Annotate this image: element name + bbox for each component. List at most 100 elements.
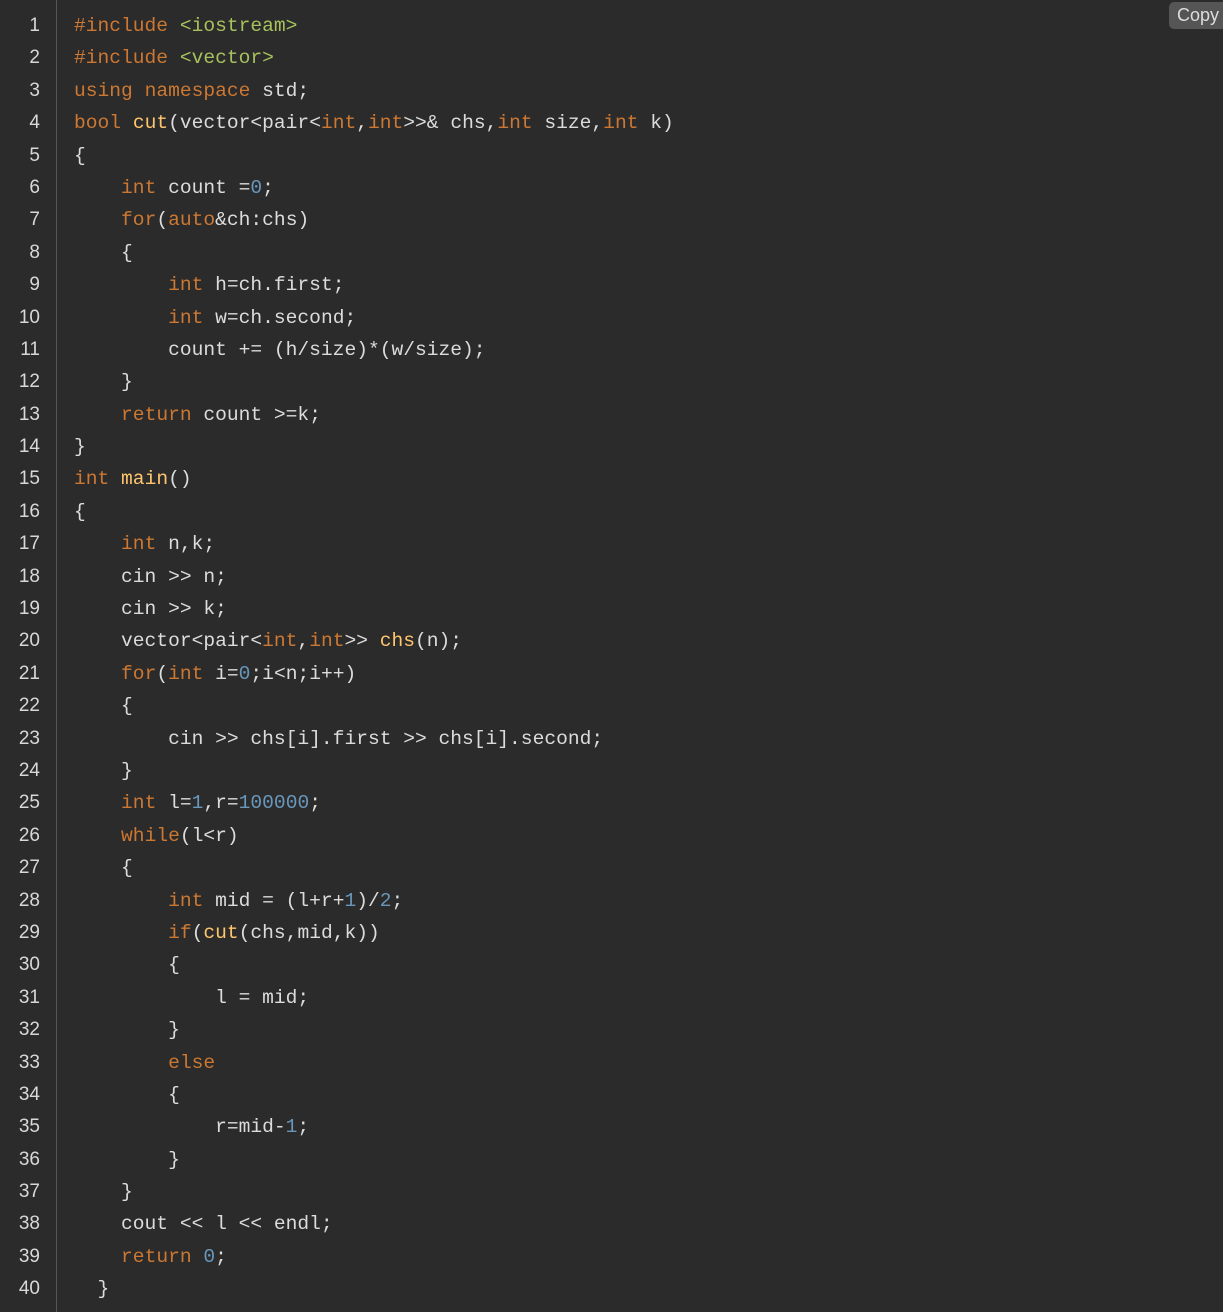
line-number: 31 [18,986,40,1008]
code-token: else [168,1051,216,1074]
code-text: } [74,755,133,787]
code-token: while [121,824,180,847]
code-token: for [121,662,157,685]
code-token: <vector> [179,47,274,70]
code-text: count += (h/size)*(w/size); [74,334,486,366]
line-number: 25 [18,792,40,814]
code-line: 8 { [0,237,1223,269]
code-line: 6 int count =0; [0,172,1223,204]
code-text: } [74,1014,180,1046]
code-line: 28 int mid = (l+r+1)/2; [0,885,1223,917]
copy-button[interactable]: Copy [1169,2,1223,29]
code-text: cout << l << endl; [74,1208,333,1240]
code-token: { [74,241,133,264]
line-number: 35 [18,1116,40,1138]
code-token: 100000 [238,792,310,815]
code-token: bool [74,112,122,135]
code-token: vector<pair< [74,630,263,653]
code-text: return 0; [74,1241,227,1273]
code-token: int [168,306,204,329]
code-token: ; [262,176,274,199]
code-line: 18 cin >> n; [0,561,1223,593]
code-token: for [121,209,157,232]
code-token: l= [156,792,192,815]
code-token: int [74,468,110,491]
code-token: k) [638,112,674,135]
line-number: 38 [18,1213,40,1235]
line-number: 34 [18,1083,40,1105]
code-token: mid = (l+r+ [203,889,345,912]
code-text: { [74,140,86,172]
code-line: 40 } [0,1273,1223,1305]
code-token: 1 [285,1116,298,1139]
code-token: using [74,79,133,102]
code-token: ; [309,792,321,815]
code-block[interactable]: 1 #include <iostream> 2 #include <vector> 3 u… [0,10,1223,1306]
code-token: { [74,857,133,880]
line-number: 8 [29,241,40,263]
code-line: 5{ [0,140,1223,172]
line-number: 12 [18,371,40,393]
line-number: 27 [18,857,40,879]
code-line: 15 int main() [0,463,1223,495]
code-token: int [121,792,157,815]
code-text: for(int i=0;i<n;i++) [74,658,356,690]
code-text: using namespace std; [74,75,309,107]
code-token: int [497,112,533,135]
code-text: return count >=k; [74,399,321,431]
code-token: 2 [379,889,392,912]
code-line: 3 using namespace std; [0,75,1223,107]
code-line: 10 int w=ch.second; [0,302,1223,334]
code-token: i= [203,662,239,685]
code-token: ;i<n;i++) [250,662,357,685]
code-token: cut [203,921,239,944]
code-token: int [168,274,204,297]
code-token: int [309,630,345,653]
code-token: 0 [238,662,251,685]
code-token: ; [297,1116,310,1139]
code-token: int [168,889,204,912]
code-line: 23 cin >> chs[i].first >> chs[i].second; [0,723,1223,755]
code-token: } [74,1148,180,1171]
code-line: 17 int n,k; [0,528,1223,560]
code-text: int h=ch.first; [74,269,344,301]
line-number: 6 [29,176,40,198]
code-text: } [74,1144,180,1176]
code-token: (vector<pair< [168,112,321,135]
code-text: { [74,1079,180,1111]
code-token: cin >> chs[i].first >> chs[i].second; [74,727,604,750]
code-line: 1 #include <iostream> [0,10,1223,42]
code-token: >>& chs, [403,112,498,135]
line-number: 9 [29,274,40,296]
code-text: { [74,496,86,528]
code-line: 33 else [0,1047,1223,1079]
code-token: 1 [191,792,204,815]
code-token: &ch:chs) [215,209,310,232]
line-number: 16 [18,500,40,522]
code-text: } [74,1273,110,1305]
code-token: (l<r) [179,824,239,847]
code-token: ; [215,1245,227,1268]
code-token: count += (h/size)*(w/size); [74,338,486,361]
code-token: () [168,468,192,491]
code-text: vector<pair<int,int>> chs(n); [74,625,462,657]
code-token: count >=k; [191,403,321,426]
code-line: 16 { [0,496,1223,528]
line-number: 7 [29,209,40,231]
code-token: } [74,1278,110,1301]
line-number: 29 [18,921,40,943]
line-number: 22 [18,695,40,717]
line-number: 2 [29,47,40,69]
line-number: 33 [18,1051,40,1073]
code-token: int [121,533,157,556]
line-number: 39 [18,1245,40,1267]
line-number: 17 [18,533,40,555]
code-text: #include <iostream> [74,10,297,42]
